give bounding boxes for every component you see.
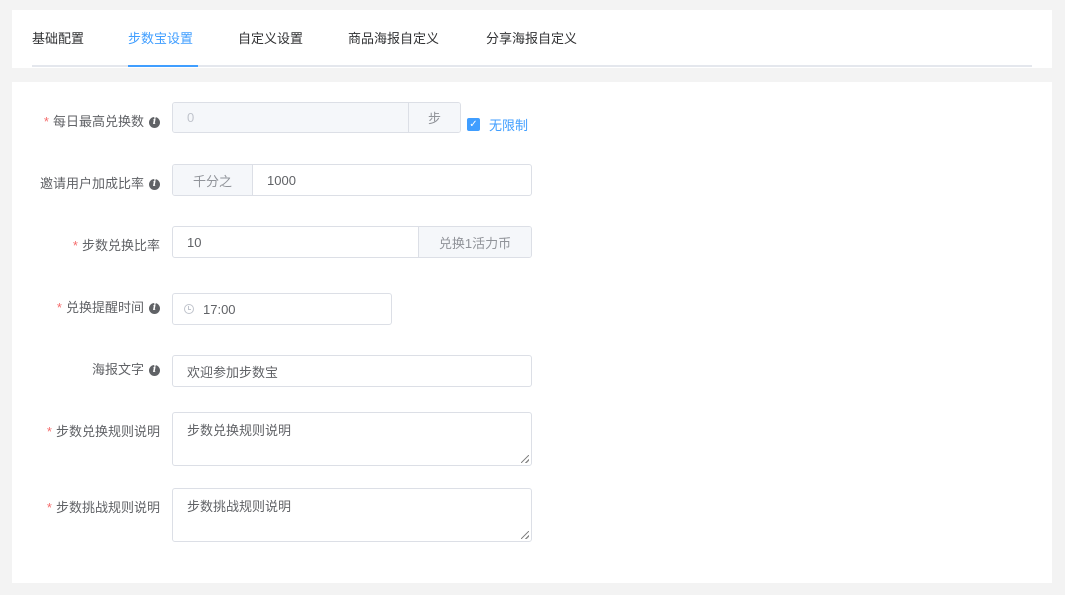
remind-time-label-text: 兑换提醒时间 [65,300,144,315]
exchange-rate-input[interactable]: 10 [173,227,418,257]
tab-product-poster[interactable]: 商品海报自定义 [348,31,439,47]
settings-form: * 每日最高兑换数 i 0 步 ✓ 无限制 邀请用户加成比率 i 千分之 100… [12,82,1052,583]
remind-time-picker[interactable]: 17:00 [172,293,392,325]
info-icon[interactable]: i [149,116,160,128]
invite-rate-label: 邀请用户加成比率 i [40,176,160,192]
exchange-rate-suffix: 兑换1活力币 [418,227,531,257]
required-mark: * [56,300,62,315]
exchange-rules-label: * 步数兑换规则说明 [47,424,160,440]
daily-max-unit: 步 [408,103,460,132]
resize-handle-icon[interactable] [521,455,529,463]
invite-rate-input-group: 千分之 1000 [172,164,532,196]
poster-text-label-text: 海报文字 [91,362,144,377]
tab-share-poster[interactable]: 分享海报自定义 [486,31,577,47]
poster-text-input-group: 欢迎参加步数宝 [172,355,532,387]
poster-text-label: 海报文字 i [92,362,160,378]
unlimited-checkbox-label: 无限制 [489,118,529,133]
remind-time-value: 17:00 [203,301,236,317]
required-mark: * [46,424,52,439]
required-mark: * [72,238,78,253]
tab-basic-config[interactable]: 基础配置 [32,31,84,47]
active-tab-indicator [128,65,198,67]
challenge-rules-label: * 步数挑战规则说明 [47,500,160,516]
tab-custom-settings[interactable]: 自定义设置 [238,31,303,47]
challenge-rules-text: 步数挑战规则说明 [187,499,292,514]
invite-rate-input[interactable]: 1000 [253,165,531,195]
poster-text-input[interactable]: 欢迎参加步数宝 [173,356,531,386]
daily-max-label: * 每日最高兑换数 i [44,114,160,130]
exchange-rules-textarea[interactable]: 步数兑换规则说明 [172,412,532,466]
challenge-rules-textarea[interactable]: 步数挑战规则说明 [172,488,532,542]
daily-max-label-text: 每日最高兑换数 [52,114,144,129]
unlimited-checkbox[interactable]: ✓ 无限制 [467,115,528,134]
tab-step-settings[interactable]: 步数宝设置 [128,31,193,47]
invite-rate-label-text: 邀请用户加成比率 [39,176,144,191]
exchange-rate-label-text: 步数兑换比率 [81,238,160,253]
info-icon[interactable]: i [149,178,160,190]
exchange-rate-input-group: 10 兑换1活力币 [172,226,532,258]
exchange-rate-label: * 步数兑换比率 [73,238,160,254]
checkbox-checked-icon: ✓ [467,118,480,131]
required-mark: * [46,500,52,515]
remind-time-label: * 兑换提醒时间 i [57,300,160,316]
clock-icon [184,304,194,314]
invite-rate-prefix: 千分之 [173,165,253,195]
exchange-rules-text: 步数兑换规则说明 [187,423,292,438]
resize-handle-icon[interactable] [521,531,529,539]
challenge-rules-label-text: 步数挑战规则说明 [55,500,160,515]
info-icon[interactable]: i [149,302,160,314]
info-icon[interactable]: i [149,364,160,376]
exchange-rules-label-text: 步数兑换规则说明 [55,424,160,439]
tabs-card: 基础配置 步数宝设置 自定义设置 商品海报自定义 分享海报自定义 [12,10,1052,68]
daily-max-input[interactable]: 0 [173,103,408,132]
daily-max-input-group: 0 步 [172,102,461,133]
required-mark: * [43,114,49,129]
